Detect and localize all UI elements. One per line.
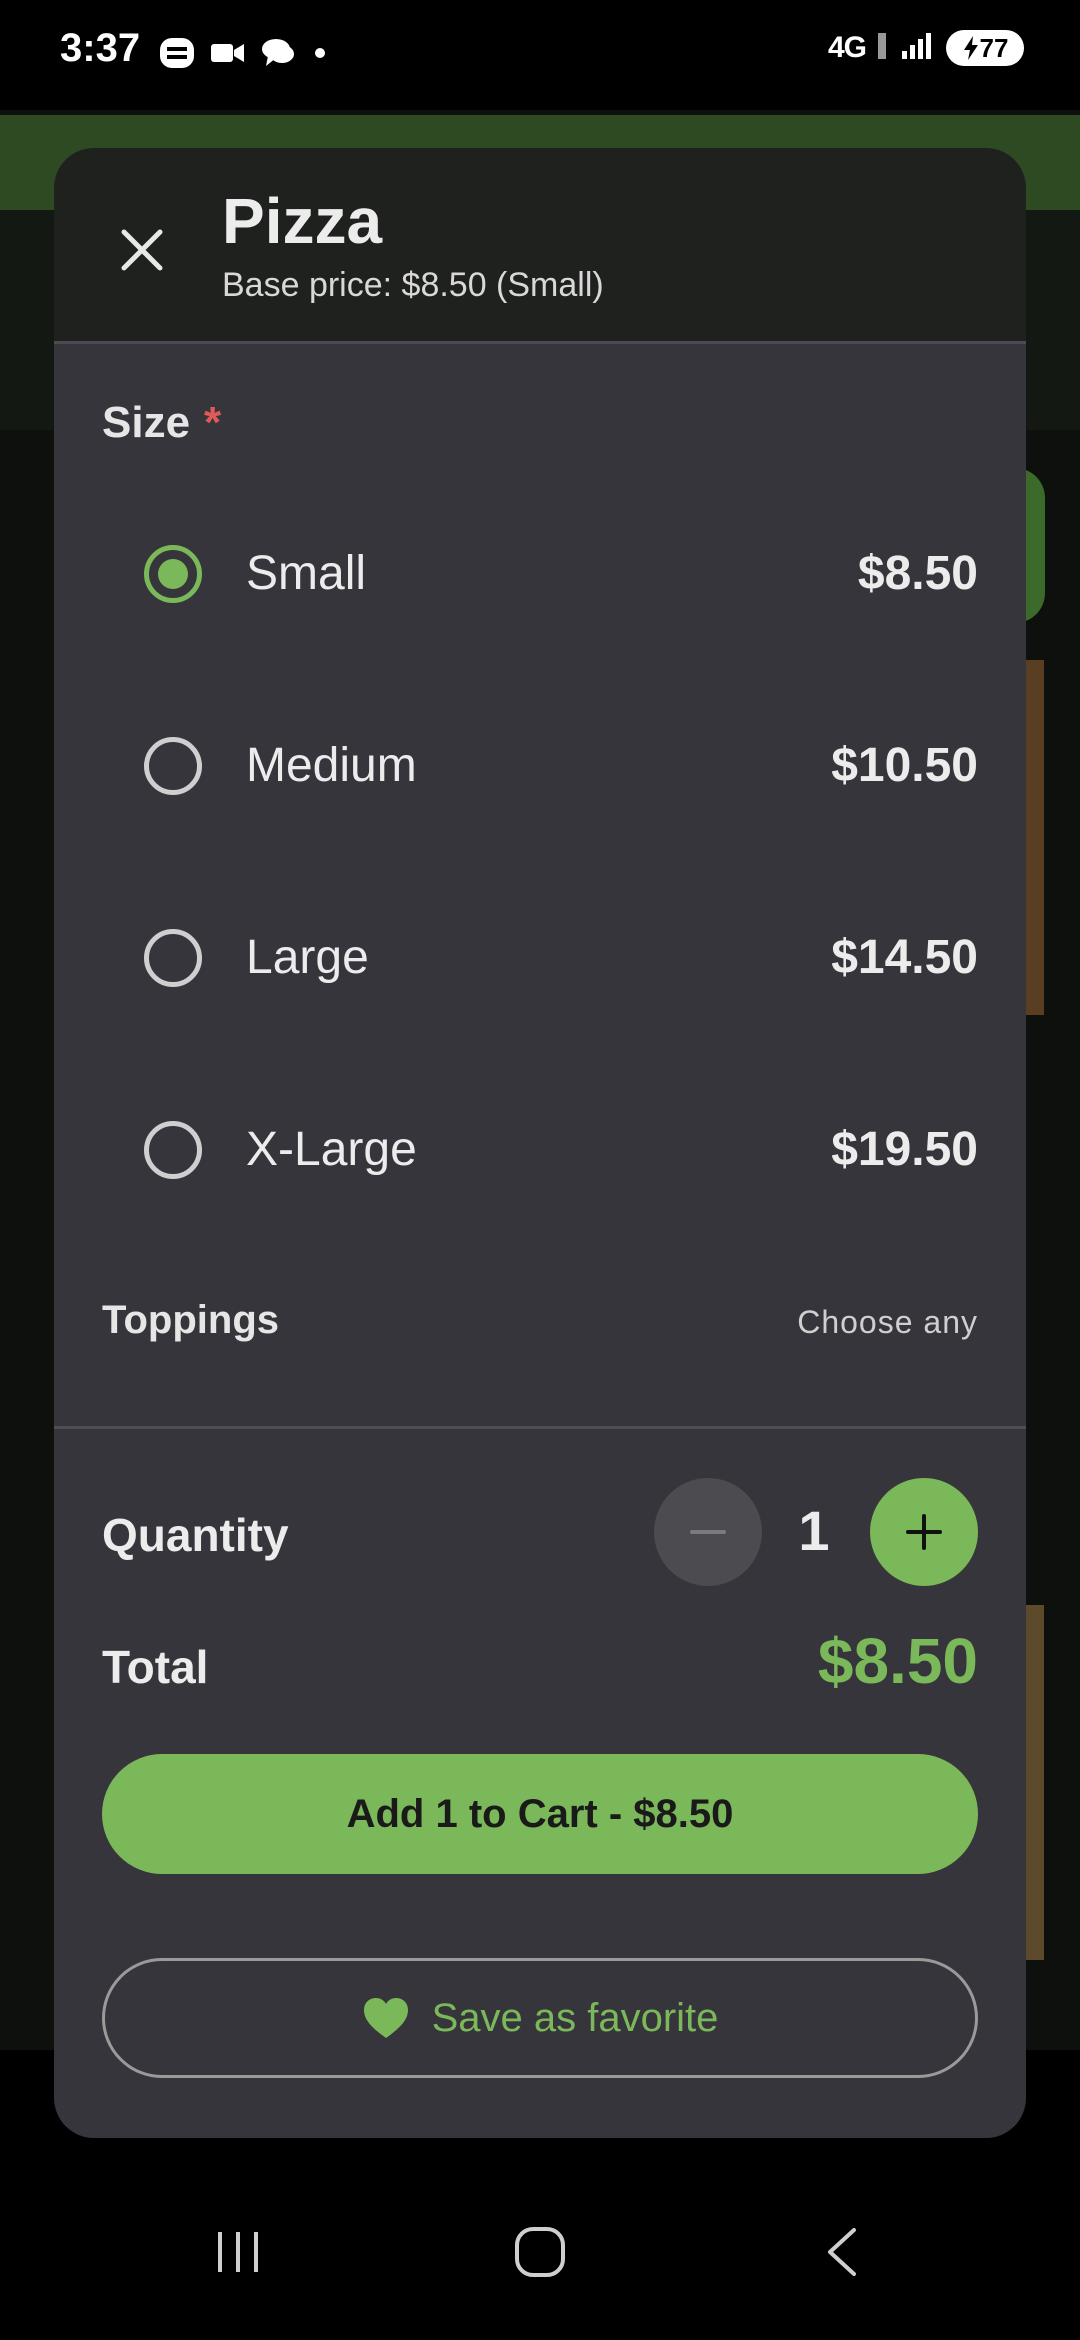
recent-apps-icon (218, 2232, 258, 2272)
item-title: Pizza (222, 185, 383, 257)
size-option-large[interactable]: Large $14.50 (54, 862, 1026, 1054)
status-bar: 3:37 4G 77 (0, 0, 1080, 110)
lte-icon (878, 31, 888, 66)
dot-icon (310, 43, 330, 68)
back-icon (828, 2228, 856, 2276)
recent-apps-button[interactable] (198, 2212, 278, 2292)
save-favorite-label: Save as favorite (431, 1995, 719, 2040)
signal-icon (900, 31, 934, 66)
option-price: $10.50 (831, 739, 978, 792)
toppings-section-title: Toppings (102, 1298, 279, 1342)
size-option-small[interactable]: Small $8.50 (54, 478, 1026, 670)
minus-icon (690, 1530, 726, 1534)
increase-quantity-button[interactable] (870, 1478, 978, 1586)
close-icon (121, 229, 163, 271)
back-button[interactable] (802, 2212, 882, 2292)
add-to-cart-button[interactable]: Add 1 to Cart - $8.50 (102, 1754, 978, 1874)
option-price: $8.50 (857, 547, 978, 600)
toppings-hint: Choose any (797, 1304, 978, 1340)
size-section-title: Size * (102, 398, 222, 447)
heart-icon (363, 1998, 408, 2038)
decrease-quantity-button[interactable] (654, 1478, 762, 1586)
save-favorite-button[interactable]: Save as favorite (102, 1958, 978, 2078)
battery-level: 77 (979, 32, 1009, 63)
item-base-price: Base price: $8.50 (Small) (222, 266, 604, 304)
quantity-label: Quantity (102, 1509, 289, 1561)
sheet-header: Pizza Base price: $8.50 (Small) (54, 148, 1026, 344)
option-label: Medium (246, 739, 417, 792)
size-option-x-large[interactable]: X-Large $19.50 (54, 1054, 1026, 1246)
video-icon (210, 38, 246, 73)
home-icon (515, 2227, 565, 2277)
chat-icon (260, 36, 296, 75)
battery-icon: 77 (946, 30, 1024, 66)
required-marker: * (204, 398, 222, 447)
network-type: 4G (827, 31, 867, 64)
option-label: X-Large (246, 1123, 417, 1176)
option-price: $14.50 (831, 931, 978, 984)
quantity-value: 1 (798, 1499, 830, 1562)
phone-app-icon (158, 34, 196, 77)
item-options-sheet: Pizza Base price: $8.50 (Small) Size * Sm… (54, 148, 1026, 2138)
option-price: $19.50 (831, 1123, 978, 1176)
radio-unselected-icon[interactable] (144, 929, 202, 987)
status-time: 3:37 (60, 26, 141, 70)
size-option-medium[interactable]: Medium $10.50 (54, 670, 1026, 862)
home-button[interactable] (500, 2212, 580, 2292)
radio-unselected-icon[interactable] (144, 1121, 202, 1179)
option-label: Small (246, 547, 367, 600)
plus-icon (906, 1514, 942, 1550)
option-label: Large (246, 931, 369, 984)
system-nav-bar (0, 2160, 1080, 2340)
close-button[interactable] (108, 216, 176, 284)
radio-selected-icon[interactable] (144, 545, 202, 603)
total-value: $8.50 (817, 1625, 978, 1697)
total-label: Total (102, 1641, 209, 1693)
divider (54, 1426, 1026, 1429)
radio-unselected-icon[interactable] (144, 737, 202, 795)
